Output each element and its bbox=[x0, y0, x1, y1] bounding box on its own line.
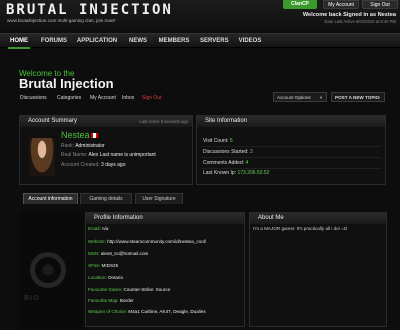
msn-value: alex9_sc@hotmail.com bbox=[100, 251, 149, 256]
real-name-value: Alex Last name is unimportant bbox=[88, 152, 156, 158]
xfire-label: XFire: bbox=[88, 263, 101, 268]
main-nav: HOME FORUMS APPLICATION NEWS MEMBERS SER… bbox=[0, 33, 400, 49]
nav-item-videos[interactable]: VIDEOS bbox=[237, 34, 263, 49]
about-me-text: I'm a MAJOR gamer. It's practically all … bbox=[253, 226, 348, 231]
tab-user-signature[interactable]: User Signature bbox=[135, 193, 183, 204]
account-options-dropdown[interactable]: Account Options ▼ bbox=[273, 92, 327, 102]
discussions-started-label: Discussions Started: bbox=[203, 149, 249, 155]
location-row: Location: Ontario bbox=[88, 275, 123, 280]
site-information-panel: Site Information Visit Count: 5 Discussi… bbox=[196, 115, 386, 185]
favourite-game-value: Counter-Strike: Source bbox=[123, 287, 171, 292]
last-known-ip-value: 173.206.50.52 bbox=[237, 170, 270, 176]
emblem-text: BIO bbox=[24, 295, 40, 302]
visit-count-row: Visit Count: 5 bbox=[203, 138, 233, 144]
last-known-ip-label: Last Known Ip: bbox=[203, 170, 237, 176]
rank-label: Rank: bbox=[61, 143, 75, 149]
comments-added-label: Comments Added: bbox=[203, 160, 245, 166]
site-logo[interactable]: BRUTAL INJECTION bbox=[6, 2, 173, 18]
real-name-label: Real Name: bbox=[61, 152, 88, 158]
real-name-row: Real Name: Alex Last name is unimportant bbox=[61, 152, 156, 158]
forum-page: BRUTAL INJECTION www.brutalinjection.com… bbox=[0, 0, 400, 330]
xfire-value: MIDS25 bbox=[101, 263, 119, 268]
account-created-value: 3 days ago bbox=[101, 162, 126, 168]
my-account-button[interactable]: My Account bbox=[323, 0, 359, 9]
new-topic-button[interactable]: POST A NEW TOPIC ▼ bbox=[331, 92, 385, 102]
last-known-ip-row: Last Known Ip: 173.206.50.52 bbox=[203, 170, 269, 176]
last-active-date: Date Last Active 6/02/2010 at 8:40 PM bbox=[324, 19, 396, 24]
favourite-game-row: Favourite Game: Counter-Strike: Source bbox=[88, 287, 170, 292]
new-topic-label: POST A NEW TOPIC bbox=[335, 95, 379, 100]
rank-row: Rank: Administrator bbox=[61, 143, 105, 149]
rank-value: Administrator bbox=[75, 143, 105, 149]
discussions-started-value: 3 bbox=[249, 149, 253, 155]
nav-item-home[interactable]: HOME bbox=[8, 34, 30, 49]
visit-count-label: Visit Count: bbox=[203, 138, 229, 144]
location-label: Location: bbox=[88, 275, 107, 280]
nav-item-servers[interactable]: SERVERS bbox=[200, 34, 229, 49]
about-me-heading: About Me bbox=[250, 213, 386, 224]
discussions-link[interactable]: Discussions bbox=[20, 95, 47, 101]
account-summary-title: Account Summary bbox=[28, 118, 78, 124]
discussions-started-row: Discussions Started: 3 bbox=[203, 149, 253, 155]
inbox-link[interactable]: Inbox bbox=[122, 95, 134, 101]
nav-item-forums[interactable]: FORUMS bbox=[38, 34, 70, 49]
site-tagline: www.brutalinjection.com multi-gaming cla… bbox=[7, 18, 116, 23]
msn-row: MSN: alex9_sc@hotmail.com bbox=[88, 251, 148, 256]
account-created-row: Account Created: 3 days ago bbox=[61, 162, 126, 168]
page-title: Brutal Injection bbox=[19, 76, 114, 91]
website-link[interactable]: http://www.steamcommunity.com/id/nestea_… bbox=[107, 239, 206, 244]
favourite-game-label: Favourite Game: bbox=[88, 287, 123, 292]
website-row: Website: http://www.steamcommunity.com/i… bbox=[88, 239, 206, 244]
weapon-value: M4a1 Carbine, AK47, Deagle, Dualies bbox=[128, 309, 206, 314]
favourite-map-label: Favourite Map: bbox=[88, 298, 119, 303]
my-account-link[interactable]: My Account bbox=[90, 95, 116, 101]
email-row: Email: n/a bbox=[88, 226, 108, 231]
nav-item-news[interactable]: NEWS bbox=[127, 34, 149, 49]
divider bbox=[201, 157, 381, 158]
last-active-text: Last Active 8 seconds ago bbox=[139, 119, 188, 124]
visit-count-value: 5 bbox=[229, 138, 233, 144]
divider bbox=[201, 146, 381, 147]
xfire-row: XFire: MIDS25 bbox=[88, 263, 118, 268]
categories-link[interactable]: Categories bbox=[57, 95, 81, 101]
website-label: Website: bbox=[88, 239, 106, 244]
email-value: n/a bbox=[102, 226, 109, 231]
chevron-down-icon: ▼ bbox=[319, 95, 323, 100]
site-information-heading: Site Information bbox=[197, 116, 385, 127]
account-summary-panel: Account Summary Last Active 8 seconds ag… bbox=[19, 115, 193, 185]
comments-added-value: 4 bbox=[245, 160, 249, 166]
canada-flag-icon bbox=[91, 133, 98, 138]
nav-item-application[interactable]: APPLICATION bbox=[76, 34, 118, 49]
welcome-message: Welcome back Signed in as Nestea bbox=[302, 12, 396, 18]
location-value: Ontario bbox=[107, 275, 124, 280]
divider bbox=[201, 168, 381, 169]
weapon-row: Weapon of Choice: M4a1 Carbine, AK47, De… bbox=[88, 309, 206, 314]
tab-gaming-details[interactable]: Gaming details bbox=[80, 193, 132, 204]
weapon-label: Weapon of Choice: bbox=[88, 309, 127, 314]
username[interactable]: Nestea bbox=[61, 130, 90, 140]
account-options-label: Account Options bbox=[277, 95, 311, 100]
favourite-map-value: Border bbox=[119, 298, 134, 303]
clancp-button[interactable]: ClanCP bbox=[283, 0, 317, 9]
sign-out-button[interactable]: Sign Out bbox=[362, 0, 398, 9]
tab-account-information[interactable]: Account information bbox=[23, 193, 78, 204]
msn-label: MSN: bbox=[88, 251, 100, 256]
avatar bbox=[29, 138, 55, 176]
biohazard-icon bbox=[30, 252, 66, 288]
account-created-label: Account Created: bbox=[61, 162, 100, 168]
account-summary-heading: Account Summary Last Active 8 seconds ag… bbox=[20, 116, 192, 127]
chevron-down-icon: ▼ bbox=[377, 95, 381, 100]
email-label: Email: bbox=[88, 226, 101, 231]
profile-information-heading: Profile Information bbox=[86, 213, 244, 224]
comments-added-row: Comments Added: 4 bbox=[203, 160, 248, 166]
nav-item-members[interactable]: MEMBERS bbox=[158, 34, 190, 49]
sign-out-link[interactable]: Sign Out bbox=[142, 95, 161, 101]
favourite-map-row: Favourite Map: Border bbox=[88, 298, 134, 303]
site-header: BRUTAL INJECTION www.brutalinjection.com… bbox=[0, 0, 400, 32]
